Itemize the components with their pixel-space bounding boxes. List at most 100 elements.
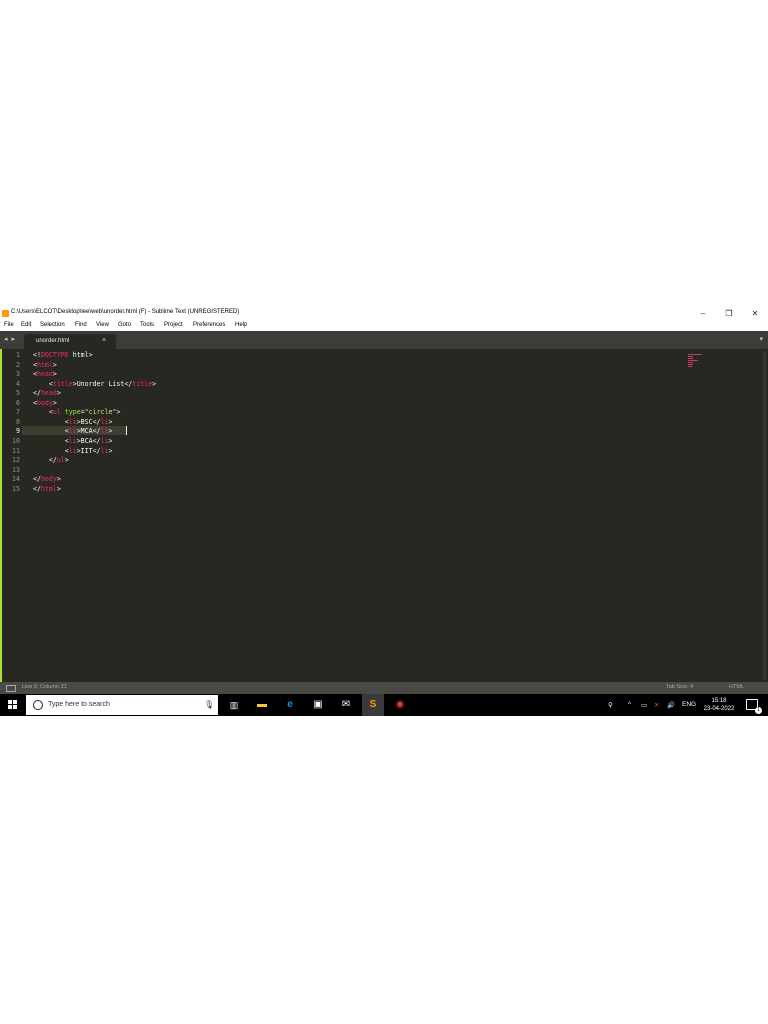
line-number: 11 [12,446,20,455]
menu-tools[interactable]: Tools [140,322,154,328]
minimize-button[interactable]: – [696,308,710,319]
code-line: <head> [33,370,57,378]
cortana-icon [33,700,43,710]
panel-toggle-icon[interactable] [6,685,16,692]
clock-date: 23-04-2022 [703,706,735,712]
code-token: > [56,389,61,398]
code-token: > [52,398,57,407]
syntax-mode[interactable]: HTML [729,684,744,690]
code-line: <ul type="circle"> [33,408,121,417]
menu-goto[interactable]: Goto [118,322,131,328]
code-token: li [68,427,77,436]
chrome-icon[interactable]: ◉ [393,698,407,712]
code-token: < [33,436,69,445]
action-center-icon[interactable]: 1 [746,699,762,714]
code-token: >BCA</ [76,436,101,445]
code-token: < [33,427,69,436]
menu-file[interactable]: File [4,322,14,328]
code-line: <li>IIT</li> [33,446,113,455]
close-button[interactable]: ✕ [748,308,762,319]
code-token: type [64,408,81,417]
line-number: 12 [12,456,20,465]
code-token: > [116,408,121,417]
line-number: 4 [16,379,20,388]
code-token: html [40,484,57,493]
code-token: </ [33,484,41,493]
task-view-icon[interactable]: ▥ [227,698,241,712]
taskbar-search-box[interactable]: Type here to search 🎙 [26,695,218,715]
code-line: <html> [33,361,57,369]
code-token: >MCA</ [76,427,101,436]
code-editor[interactable]: 1 2 3 4 5 6 7 8 9 10 11 12 13 14 15 <!DOCTYPE html> <ht… [0,349,768,682]
line-number: 3 [16,370,20,379]
menu-edit[interactable]: Edit [21,322,31,328]
edge-icon[interactable]: e [283,698,297,712]
line-number: 8 [16,417,20,426]
code-token: </ [33,389,41,398]
line-number: 13 [12,465,20,474]
tab-unorder-html[interactable]: unorder.html × [24,334,116,349]
tab-bar: ◂ ▸ unorder.html × ▾ [0,331,768,349]
vertical-scrollbar[interactable] [763,351,766,680]
code-token: < [33,417,69,426]
code-token: title [52,379,73,388]
line-number: 2 [16,360,20,369]
code-token: > [108,446,113,455]
tab-dropdown-icon[interactable]: ▾ [759,335,763,343]
microphone-icon[interactable]: 🎙 [204,700,214,709]
code-token: > [152,379,157,388]
window-title: C:\Users\ELCOT\Desktop\lee\web\unorder.h… [11,309,240,315]
maximize-button[interactable]: ❐ [722,308,736,319]
store-icon[interactable]: ▣ [311,698,325,712]
menu-view[interactable]: View [96,322,109,328]
text-cursor [126,426,127,435]
people-icon[interactable]: ⚲ [608,701,613,709]
code-token: head [36,370,53,379]
tab-nav-arrows[interactable]: ◂ ▸ [4,335,16,343]
sublime-text-taskbar-icon[interactable]: S [366,698,380,712]
line-number: 6 [16,398,20,407]
line-number: 9 [16,427,20,436]
tab-close-icon[interactable]: × [102,337,106,344]
code-token: >BSC</ [76,417,101,426]
menu-project[interactable]: Project [164,322,183,328]
code-token: > [108,436,113,445]
search-placeholder: Type here to search [48,701,110,708]
code-token: > [108,427,113,436]
menu-selection[interactable]: Selection [40,322,65,328]
show-hidden-icons-chevron[interactable]: ^ [628,701,631,708]
code-token: <! [33,351,41,359]
code-line: <li>BSC</li> [33,417,113,426]
code-token: html> [68,351,93,359]
tab-size[interactable]: Tab Size: 4 [666,684,693,690]
minimap[interactable] [688,353,702,369]
code-token: >IIT</ [76,446,101,455]
line-number: 10 [12,436,20,445]
system-clock[interactable]: 15:18 23-04-2022 [700,697,738,713]
windows-start-icon[interactable] [8,700,18,710]
menu-find[interactable]: Find [75,322,87,328]
code-token: html [36,360,53,369]
mail-icon[interactable]: ✉ [339,698,353,712]
code-line: <title>Unorder List</title> [33,380,156,388]
code-token: >Unorder List</ [72,379,133,388]
code-token: > [56,475,61,484]
volume-icon[interactable]: 🔊 [667,701,675,709]
code-token: ul [56,456,65,465]
code-line: </html> [33,485,61,493]
menu-preferences[interactable]: Preferences [193,322,225,328]
language-indicator[interactable]: ENG [682,701,696,708]
code-token: li [68,417,77,426]
file-explorer-icon[interactable]: ▬ [255,698,269,712]
network-disconnected-icon[interactable]: ✕ [654,701,659,709]
code-token: li [68,436,77,445]
line-number: 5 [16,389,20,398]
code-token: > [64,456,69,465]
code-token: > [52,360,57,369]
code-token: title [132,379,153,388]
code-token: ul [52,408,61,417]
battery-icon[interactable]: ▭ [641,701,647,709]
sublime-text-icon [2,310,9,317]
code-token: </ [33,456,57,465]
menu-help[interactable]: Help [235,322,247,328]
